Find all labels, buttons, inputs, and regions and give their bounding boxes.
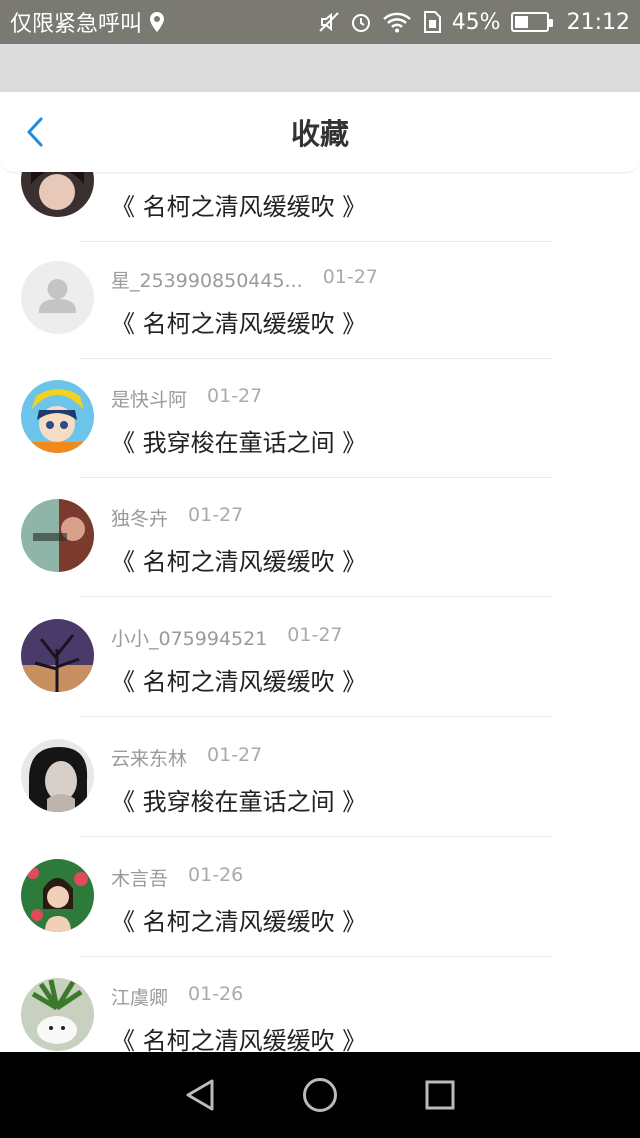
- list-item[interactable]: 《 名柯之清风缓缓吹 》: [0, 172, 640, 242]
- mute-icon: [318, 11, 340, 33]
- list-item[interactable]: 木言吾 01-26 《 名柯之清风缓缓吹 》: [0, 837, 640, 957]
- date: 01-26: [188, 864, 244, 886]
- username[interactable]: 云来东林: [111, 744, 187, 771]
- clock: 21:12: [566, 9, 630, 35]
- book-title[interactable]: 《 名柯之清风缓缓吹 》: [111, 902, 366, 937]
- book-title[interactable]: 《 我穿梭在童话之间 》: [111, 423, 366, 458]
- avatar[interactable]: [21, 261, 94, 334]
- username[interactable]: 独冬卉: [111, 504, 168, 531]
- favorites-list[interactable]: 《 名柯之清风缓缓吹 》 星_253990850445... 01-27 《 名柯…: [0, 172, 640, 1052]
- list-item[interactable]: 独冬卉 01-27 《 名柯之清风缓缓吹 》: [0, 477, 640, 597]
- alarm-icon: [350, 11, 372, 33]
- item-meta: 小小_075994521 01-27: [111, 624, 343, 651]
- nav-recents-button[interactable]: [420, 1075, 460, 1115]
- page-title: 收藏: [290, 117, 349, 151]
- avatar[interactable]: [21, 380, 94, 453]
- sim-icon: [422, 11, 442, 33]
- circle-home-icon: [303, 1078, 337, 1112]
- nav-back-button[interactable]: [180, 1075, 220, 1115]
- item-meta: 江虞卿 01-26: [111, 983, 243, 1010]
- item-meta: 独冬卉 01-27: [111, 504, 243, 531]
- item-meta: 云来东林 01-27: [111, 744, 262, 771]
- username[interactable]: 星_253990850445...: [111, 266, 303, 293]
- avatar[interactable]: [21, 978, 94, 1051]
- book-title[interactable]: 《 名柯之清风缓缓吹 》: [111, 542, 366, 577]
- system-nav-bar: [0, 1052, 640, 1138]
- list-item[interactable]: 小小_075994521 01-27 《 名柯之清风缓缓吹 》: [0, 597, 640, 717]
- book-title[interactable]: 《 名柯之清风缓缓吹 》: [111, 662, 366, 697]
- app-header: 收藏: [0, 92, 640, 172]
- battery-fill: [514, 16, 529, 28]
- nav-home-button[interactable]: [300, 1075, 340, 1115]
- status-bar: 仅限紧急呼叫 45% 21:12: [0, 0, 640, 44]
- date: 01-27: [322, 266, 378, 288]
- username[interactable]: 是快斗阿: [111, 385, 187, 412]
- avatar[interactable]: [21, 619, 94, 692]
- date: 01-27: [188, 504, 244, 526]
- item-meta: 是快斗阿 01-27: [111, 385, 262, 412]
- location-icon: [150, 12, 165, 32]
- username[interactable]: 江虞卿: [111, 983, 168, 1010]
- battery-percent: 45%: [451, 9, 501, 35]
- username[interactable]: 小小_075994521: [111, 624, 267, 651]
- back-button[interactable]: [20, 116, 50, 148]
- square-recents-icon: [425, 1080, 455, 1110]
- book-title[interactable]: 《 名柯之清风缓缓吹 》: [111, 304, 366, 339]
- avatar[interactable]: [21, 172, 94, 217]
- list-item[interactable]: 云来东林 01-27 《 我穿梭在童话之间 》: [0, 717, 640, 837]
- date: 01-27: [207, 385, 263, 407]
- item-meta: 星_253990850445... 01-27: [111, 266, 378, 293]
- book-title[interactable]: 《 名柯之清风缓缓吹 》: [111, 187, 366, 222]
- username[interactable]: 木言吾: [111, 864, 168, 891]
- book-title[interactable]: 《 我穿梭在童话之间 》: [111, 782, 366, 817]
- default-user-icon: [21, 261, 94, 334]
- chevron-left-icon: [27, 117, 43, 147]
- avatar[interactable]: [21, 739, 94, 812]
- date: 01-27: [287, 624, 343, 646]
- triangle-back-icon: [186, 1079, 214, 1111]
- carrier-text: 仅限紧急呼叫: [10, 12, 143, 37]
- item-meta: 木言吾 01-26: [111, 864, 243, 891]
- list-item[interactable]: 是快斗阿 01-27 《 我穿梭在童话之间 》: [0, 358, 640, 478]
- book-title[interactable]: 《 名柯之清风缓缓吹 》: [111, 1021, 366, 1052]
- battery-icon: [510, 12, 553, 32]
- date: 01-26: [188, 983, 244, 1005]
- date: 01-27: [207, 744, 263, 766]
- wifi-icon: [382, 11, 412, 33]
- avatar[interactable]: [21, 499, 94, 572]
- avatar[interactable]: [21, 859, 94, 932]
- header-backdrop: [0, 44, 640, 92]
- list-item[interactable]: 江虞卿 01-26 《 名柯之清风缓缓吹 》: [0, 956, 640, 1052]
- list-item[interactable]: 星_253990850445... 01-27 《 名柯之清风缓缓吹 》: [0, 239, 640, 359]
